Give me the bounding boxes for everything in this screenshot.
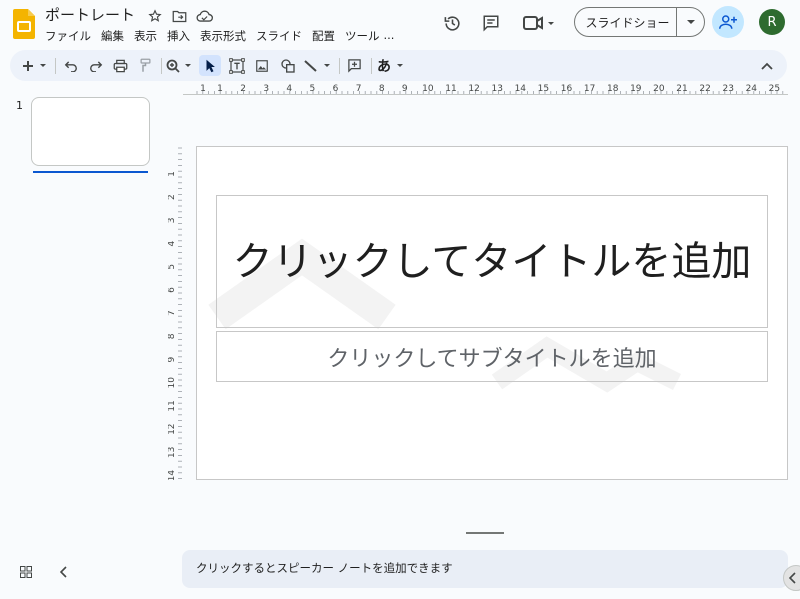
meet-icon[interactable] xyxy=(520,10,558,36)
shape-icon[interactable] xyxy=(277,55,298,76)
ruler-label: 6 xyxy=(333,84,339,94)
selected-slide-indicator xyxy=(33,171,148,173)
add-comment-icon[interactable] xyxy=(344,55,365,76)
comment-icon[interactable] xyxy=(478,10,504,36)
horizontal-ruler[interactable]: 1 1 2 3 4 5 6 7 8 9 10 11 12 13 14 15 16 17 18 19 20 21 22 23 24… xyxy=(183,82,788,95)
input-tools-icon[interactable]: あ xyxy=(376,55,406,76)
present-button-group: スライドショー xyxy=(574,7,705,37)
ruler-label: 3 xyxy=(168,218,177,224)
ruler-label: 7 xyxy=(168,310,177,316)
ruler-label: 12 xyxy=(468,84,479,94)
zoom-icon[interactable] xyxy=(165,55,195,76)
ruler-label: 7 xyxy=(356,84,362,94)
textbox-icon[interactable] xyxy=(226,55,247,76)
ruler-label: 23 xyxy=(722,84,733,94)
ruler-label: 12 xyxy=(168,423,177,434)
chevron-down-icon xyxy=(686,20,695,24)
side-panel-toggle[interactable] xyxy=(783,565,800,591)
document-title[interactable]: ポートレート xyxy=(45,4,135,25)
toolbar-divider xyxy=(55,58,56,74)
move-folder-icon[interactable] xyxy=(170,7,188,25)
ruler-label: 4 xyxy=(168,240,177,246)
notes-resize-handle[interactable] xyxy=(466,532,504,534)
ruler-label: 2 xyxy=(168,194,177,200)
top-bar: ポートレート ファイル 編集 表示 挿入 表示形式 スライド 配置 ツール ..… xyxy=(0,0,800,48)
image-icon[interactable] xyxy=(251,55,272,76)
ruler-label: 21 xyxy=(676,84,687,94)
menu-edit[interactable]: 編集 xyxy=(101,28,124,44)
avatar[interactable]: R xyxy=(759,9,785,35)
add-person-icon[interactable] xyxy=(712,6,744,38)
ruler-label: 10 xyxy=(168,377,177,389)
chevron-left-icon xyxy=(789,572,796,584)
title-placeholder[interactable]: クリックしてタイトルを追加 xyxy=(216,195,768,328)
chevron-left-icon[interactable] xyxy=(55,563,73,581)
menu-file[interactable]: ファイル xyxy=(45,28,91,44)
ruler-label: 25 xyxy=(769,84,780,94)
cloud-saved-icon[interactable] xyxy=(195,7,213,25)
vertical-ruler[interactable]: 1234567891011121314 xyxy=(168,146,182,480)
ruler-label: 10 xyxy=(422,84,434,94)
collapse-icon[interactable] xyxy=(756,55,777,76)
ruler-label: 22 xyxy=(699,84,710,94)
present-options-button[interactable] xyxy=(676,8,704,36)
toolbar-divider xyxy=(339,58,340,74)
ruler-label: 1 xyxy=(168,171,177,177)
paint-format-icon[interactable] xyxy=(135,55,156,76)
ruler-label: 8 xyxy=(379,84,385,94)
ruler-label: 11 xyxy=(168,400,177,411)
menu-bar: ファイル 編集 表示 挿入 表示形式 スライド 配置 ツール ... xyxy=(45,28,404,44)
toolbar-divider xyxy=(161,58,162,74)
history-icon[interactable] xyxy=(439,10,465,36)
ruler-label: 11 xyxy=(445,84,456,94)
undo-icon[interactable] xyxy=(60,55,81,76)
slide-number: 1 xyxy=(16,99,23,112)
redo-icon[interactable] xyxy=(85,55,106,76)
menu-slide[interactable]: スライド xyxy=(256,28,302,44)
toolbar-divider xyxy=(371,58,372,74)
present-button[interactable]: スライドショー xyxy=(575,14,676,31)
filmstrip: 1 xyxy=(0,95,160,555)
ruler-label: 14 xyxy=(168,470,177,480)
print-icon[interactable] xyxy=(110,55,131,76)
ruler-label: 5 xyxy=(168,264,177,270)
toolbar: あ xyxy=(10,50,787,81)
line-icon[interactable] xyxy=(303,55,333,76)
speaker-notes[interactable]: クリックするとスピーカー ノートを追加できます xyxy=(182,550,788,588)
grid-view-icon[interactable] xyxy=(17,563,35,581)
menu-tools[interactable]: ツール xyxy=(345,28,380,44)
slides-logo[interactable] xyxy=(13,9,35,39)
subtitle-placeholder[interactable]: クリックしてサブタイトルを追加 xyxy=(216,331,768,382)
ruler-label: 13 xyxy=(168,447,177,458)
ruler-label: 6 xyxy=(168,287,177,293)
svg-text:あ: あ xyxy=(377,59,391,74)
ruler-label: 5 xyxy=(310,84,316,94)
menu-view[interactable]: 表示 xyxy=(134,28,157,44)
star-icon[interactable] xyxy=(146,7,164,25)
plus-icon[interactable] xyxy=(20,55,50,76)
ruler-label: 8 xyxy=(168,333,177,339)
ruler-label: 9 xyxy=(168,356,177,362)
menu-arrange[interactable]: 配置 xyxy=(312,28,335,44)
menu-insert[interactable]: 挿入 xyxy=(167,28,190,44)
ruler-label: 24 xyxy=(746,84,758,94)
slide-thumbnail[interactable] xyxy=(31,97,150,166)
select-icon[interactable] xyxy=(199,55,221,76)
menu-more[interactable]: ... xyxy=(384,28,395,44)
ruler-label: 9 xyxy=(402,84,408,94)
menu-format[interactable]: 表示形式 xyxy=(200,28,246,44)
